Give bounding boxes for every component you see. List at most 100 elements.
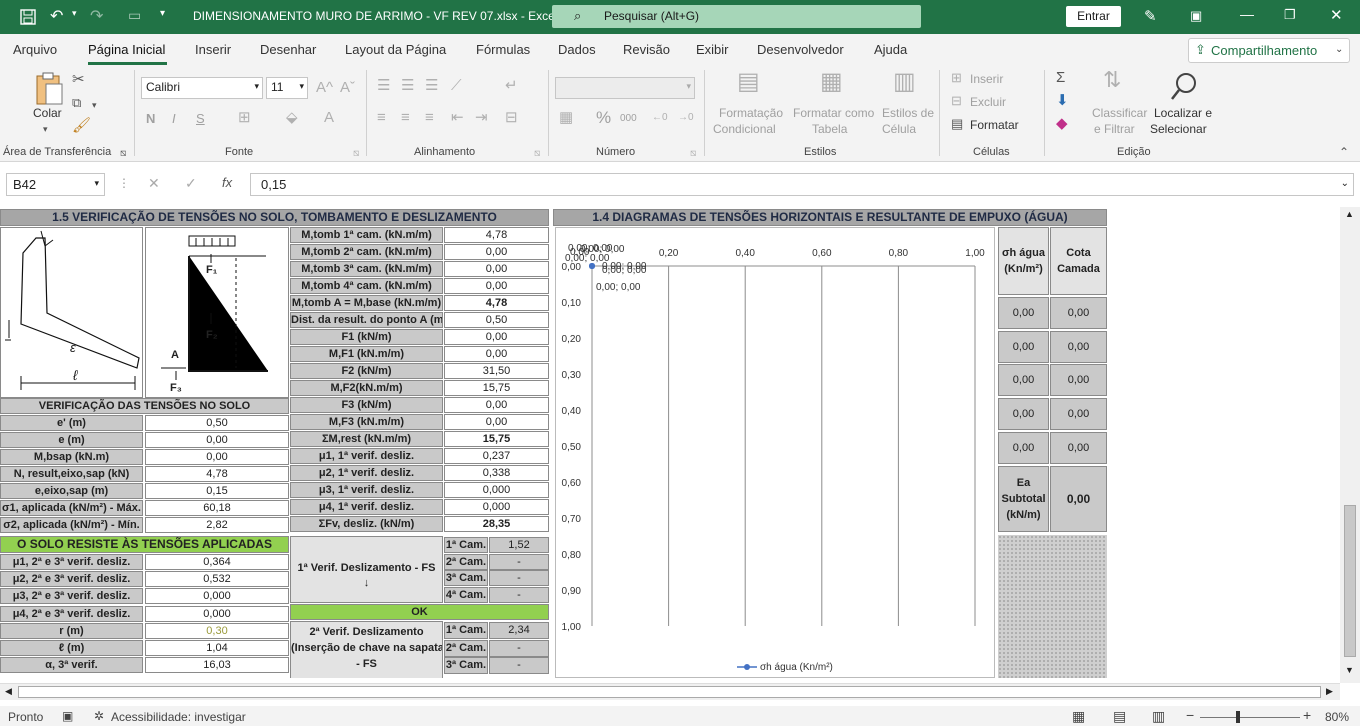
moment-value[interactable]: 0,00 (444, 244, 549, 260)
share-button[interactable]: ⇪ Compartilhamento ⌄ (1188, 38, 1350, 63)
cell-styles-icon[interactable]: ▥ (893, 70, 916, 94)
moment-value[interactable]: 0,50 (444, 312, 549, 328)
verif1-value[interactable]: - (489, 553, 549, 570)
moment-value[interactable]: 0,000 (444, 482, 549, 498)
dialog-launcher-icon[interactable]: ⧅ (690, 146, 696, 162)
align-center-icon[interactable]: ≡ (401, 110, 410, 126)
tab-arquivo[interactable]: Arquivo (13, 42, 57, 57)
align-bottom-icon[interactable]: ☰ (425, 78, 438, 94)
soil-label[interactable]: σ1, aplicada (kN/m²) - Máx. (0, 500, 143, 516)
soil-verification-header[interactable]: VERIFICAÇÃO DAS TENSÕES NO SOLO (0, 398, 289, 414)
dialog-launcher-icon[interactable]: ⧅ (353, 146, 359, 162)
ea-subtotal-value[interactable]: 0,00 (1050, 466, 1107, 532)
moment-value[interactable]: 0,00 (444, 261, 549, 277)
sliding-label[interactable]: μ3, 2ª e 3ª verif. desliz. (0, 588, 143, 604)
collapse-ribbon-icon[interactable]: ⌃ (1339, 144, 1349, 160)
moment-label[interactable]: μ2, 1ª verif. desliz. (290, 465, 443, 481)
font-size-select[interactable]: 11 ▾ (266, 77, 308, 99)
sliding-value[interactable]: 0,000 (145, 588, 289, 604)
accessibility-icon[interactable]: ✲ (94, 709, 104, 723)
moment-value[interactable]: 4,78 (444, 227, 549, 243)
moment-label[interactable]: M,F1 (kN.m/m) (290, 346, 443, 362)
font-color-icon[interactable]: A (324, 110, 334, 126)
soil-label[interactable]: e,eixo,sap (m) (0, 483, 143, 499)
verif1-layer[interactable]: 1ª Cam. (444, 537, 488, 553)
soil-value[interactable]: 0,50 (145, 415, 289, 431)
verif2-layer[interactable]: 3ª Cam. (444, 657, 488, 674)
decrease-decimal-icon[interactable]: →0 (678, 110, 694, 126)
accessibility-status[interactable]: Acessibilidade: investigar (111, 710, 246, 724)
sliding-value[interactable]: 16,03 (145, 657, 289, 673)
moment-value[interactable]: 15,75 (444, 431, 549, 447)
moment-value[interactable]: 0,237 (444, 448, 549, 464)
moment-label[interactable]: μ4, 1ª verif. desliz. (290, 499, 443, 515)
verif1-layer[interactable]: 2ª Cam. (444, 553, 488, 570)
sliding-label[interactable]: ℓ (m) (0, 640, 143, 656)
soil-label[interactable]: N, result,eixo,sap (kN) (0, 466, 143, 482)
moment-label[interactable]: M,tomb 3ª cam. (kN.m/m) (290, 261, 443, 277)
insert-cells-icon[interactable]: ⊞ (951, 70, 962, 86)
zoom-level[interactable]: 80% (1325, 710, 1349, 724)
format-painter-icon[interactable]: 🖌 (72, 118, 91, 134)
scroll-right-icon[interactable]: ▶ (1326, 686, 1333, 697)
tab-desenhar[interactable]: Desenhar (260, 42, 316, 57)
format-cells-button[interactable]: Formatar (970, 118, 1019, 132)
zoom-slider[interactable] (1200, 717, 1300, 718)
paste-label[interactable]: Colar (33, 106, 62, 120)
vertical-scroll-thumb[interactable] (1344, 505, 1356, 657)
sigma-h-value[interactable]: 0,00 (998, 398, 1049, 431)
tab-layout[interactable]: Layout da Página (345, 42, 446, 57)
verif1-value[interactable]: - (489, 586, 549, 603)
sliding-value[interactable]: 1,04 (145, 640, 289, 656)
sign-in-button[interactable]: Entrar (1066, 6, 1121, 27)
comment-icon[interactable]: ▭ (128, 7, 141, 24)
soil-label[interactable]: e (m) (0, 432, 143, 448)
vertical-scrollbar[interactable]: ▲ ▼ (1340, 207, 1360, 683)
soil-value[interactable]: 60,18 (145, 500, 289, 516)
number-format-select[interactable]: ▾ (555, 77, 695, 99)
delete-cells-icon[interactable]: ⊟ (951, 93, 962, 109)
sliding-label[interactable]: μ1, 2ª e 3ª verif. desliz. (0, 554, 143, 570)
redo-icon[interactable]: ↷ (90, 6, 103, 26)
sliding-label[interactable]: μ4, 2ª e 3ª verif. desliz. (0, 606, 143, 622)
soil-label[interactable]: σ2, aplicada (kN/m²) - Mín. (0, 517, 143, 533)
moment-label[interactable]: F1 (kN/m) (290, 329, 443, 345)
moment-value[interactable]: 0,00 (444, 397, 549, 413)
tab-dados[interactable]: Dados (558, 42, 596, 57)
cancel-icon[interactable]: ✕ (148, 175, 160, 192)
water-pressure-chart[interactable]: 0,20 0,40 0,60 0,80 1,00 0,00 0,10 0,20 0,30 0,40… (555, 227, 995, 678)
moment-label[interactable]: M,F3 (kN.m/m) (290, 414, 443, 430)
save-icon[interactable] (20, 9, 36, 25)
moment-value[interactable]: 0,00 (444, 346, 549, 362)
bold-button[interactable]: N (146, 111, 155, 126)
moment-value[interactable]: 0,00 (444, 329, 549, 345)
undo-dropdown-icon[interactable]: ▾ (72, 8, 77, 19)
verif1-label-cell[interactable]: 1ª Verif. Deslizamento - FS ↓ (290, 536, 443, 603)
customize-toolbar-icon[interactable]: ▾ (160, 8, 165, 19)
verif1-layer[interactable]: 4ª Cam. (444, 586, 488, 603)
pen-icon[interactable]: ✎ (1144, 7, 1157, 25)
autosum-icon[interactable]: Σ (1056, 70, 1065, 86)
paste-icon[interactable] (34, 72, 64, 106)
scroll-left-icon[interactable]: ◀ (5, 686, 12, 697)
cota-header[interactable]: Cota Camada (1050, 227, 1107, 295)
moment-label[interactable]: F3 (kN/m) (290, 397, 443, 413)
page-layout-icon[interactable]: ▤ (1113, 708, 1126, 725)
fill-color-icon[interactable]: ⬙ (286, 110, 298, 126)
tab-desenvolvedor[interactable]: Desenvolvedor (757, 42, 844, 57)
restore-icon[interactable]: ❐ (1284, 7, 1296, 23)
ea-subtotal-label[interactable]: Ea Subtotal (kN/m) (998, 466, 1049, 532)
copy-icon[interactable]: ⧉ (72, 95, 81, 111)
decrease-font-icon[interactable]: Aˇ (340, 80, 355, 96)
sliding-value[interactable]: 0,364 (145, 554, 289, 570)
sliding-value[interactable]: 0,30 (145, 623, 289, 639)
fill-icon[interactable]: ⬇ (1056, 93, 1069, 109)
sigma-h-value[interactable]: 0,00 (998, 431, 1049, 464)
horizontal-scroll-thumb[interactable] (18, 686, 1321, 698)
zoom-out-icon[interactable]: − (1186, 707, 1194, 723)
moment-value[interactable]: 0,00 (444, 414, 549, 430)
sliding-label[interactable]: r (m) (0, 623, 143, 639)
moment-value[interactable]: 4,78 (444, 295, 549, 311)
moment-label[interactable]: F2 (kN/m) (290, 363, 443, 379)
cota-value[interactable]: 0,00 (1050, 398, 1107, 431)
